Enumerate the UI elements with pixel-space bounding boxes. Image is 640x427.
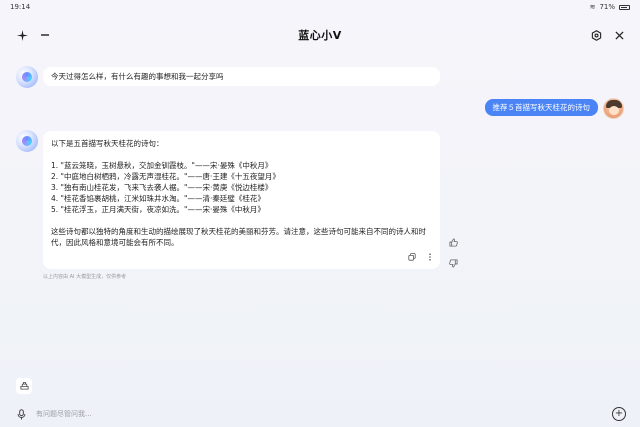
copy-icon[interactable] (408, 253, 416, 264)
thumbs-up-icon[interactable] (448, 237, 458, 247)
microphone-icon[interactable] (14, 407, 28, 421)
bot-logo-icon (22, 72, 32, 82)
answer-list: 1. "蓝云笼晓，玉树悬秋，交加金钏霞枝。"——宋·晏殊《中秋月》 2. "中庭… (51, 160, 432, 215)
list-item: 4. "桂花香馅裹胡桃，江米如珠井水淘。"——清·秦廷璧《桂花》 (51, 194, 265, 203)
close-icon[interactable] (611, 27, 627, 43)
toolbox-icon (19, 381, 29, 392)
bot-avatar-answer (16, 130, 38, 152)
list-item: 1. "蓝云笼晓，玉树悬秋，交加金钏霞枝。"——宋·晏殊《中秋月》 (51, 161, 273, 170)
status-icons: ≋ 71% (590, 3, 630, 11)
chat-input[interactable] (36, 405, 612, 423)
app-header: 蓝心小V (0, 22, 640, 48)
add-attachment-icon[interactable]: + (612, 407, 626, 421)
user-avatar (603, 98, 624, 119)
more-icon[interactable] (428, 253, 432, 264)
bot-avatar (16, 66, 38, 88)
status-bar: 19:14 ≋ 71% (0, 0, 640, 14)
gear-icon[interactable] (588, 27, 604, 43)
bot-logo-icon (22, 136, 32, 146)
page-title: 蓝心小V (298, 29, 342, 42)
ai-disclaimer: 以上内容由 AI 大模型生成，仅供参考 (43, 274, 127, 280)
wifi-icon: ≋ (589, 3, 596, 11)
answer-tools (408, 253, 432, 264)
status-time: 19:14 (10, 3, 31, 11)
list-item: 2. "中庭地白树栖鸦，冷露无声湿桂花。"——唐·王建《十五夜望月》 (51, 172, 280, 181)
thumbs-down-icon[interactable] (448, 258, 458, 268)
battery-icon (619, 4, 630, 10)
sparkle-icon[interactable] (14, 27, 30, 43)
bot-message-answer: 以下是五首描写秋天桂花的诗句： 1. "蓝云笼晓，玉树悬秋，交加金钏霞枝。"——… (43, 131, 440, 269)
list-item: 5. "桂花浮玉，正月满天街，夜凉如洗。"——宋·晏殊《中秋月》 (51, 205, 265, 214)
user-message-text: 推荐５首描写秋天桂花的诗句 (492, 103, 591, 112)
toolbox-button[interactable] (16, 378, 32, 394)
input-bar: + (0, 401, 640, 427)
greeting-text: 今天过得怎么样，有什么有趣的事想和我一起分享吗 (51, 72, 224, 81)
answer-intro: 以下是五首描写秋天桂花的诗句： (51, 139, 164, 148)
bot-message-greeting: 今天过得怎么样，有什么有趣的事想和我一起分享吗 (43, 67, 440, 86)
user-message: 推荐５首描写秋天桂花的诗句 (484, 99, 598, 116)
list-item: 3. "独有南山桂花发，飞来飞去袭人裾。"——宋·黄庚《悦边桂楼》 (51, 183, 273, 192)
answer-outro: 这些诗句都以独特的角度和生动的描绘展现了秋天桂花的美丽和芬芳。请注意，这些诗句可… (51, 227, 426, 247)
battery-percent: 71% (599, 3, 615, 11)
minus-icon[interactable] (37, 27, 53, 43)
